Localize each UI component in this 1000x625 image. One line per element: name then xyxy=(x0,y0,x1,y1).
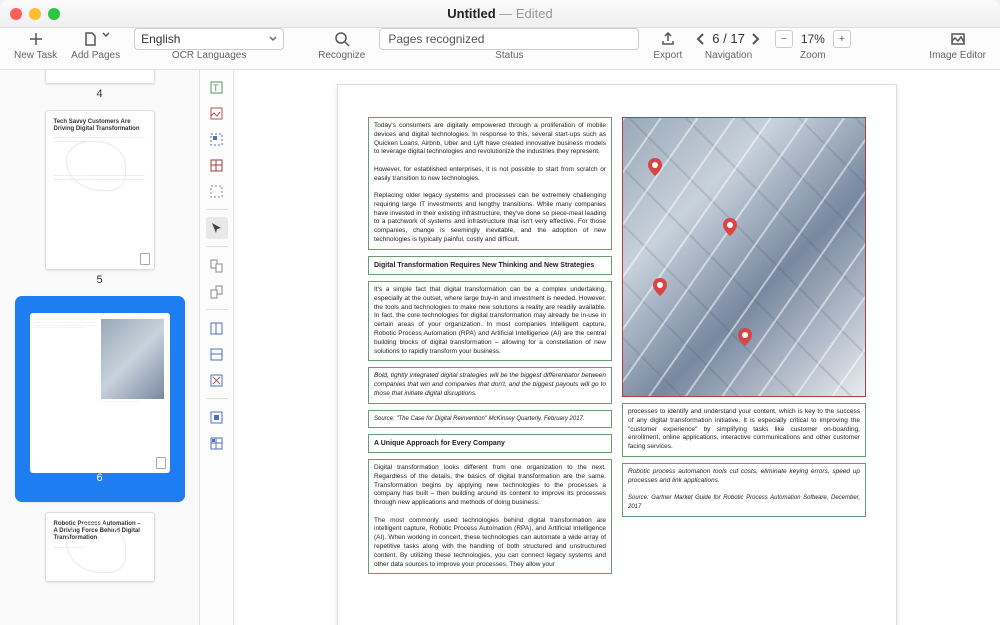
table-merge[interactable] xyxy=(206,406,228,428)
navigation-label: Navigation xyxy=(705,50,752,61)
next-page-button[interactable] xyxy=(751,32,761,46)
text-area-tool[interactable]: T xyxy=(206,76,228,98)
titlebar: Untitled — Edited xyxy=(0,0,1000,28)
language-value: English xyxy=(141,32,180,46)
text-zone[interactable]: Digital transformation looks different f… xyxy=(368,459,612,574)
add-pages-label: Add Pages xyxy=(71,50,120,61)
bg-picture-area-tool[interactable] xyxy=(206,128,228,150)
text-zone[interactable]: Today's consumers are digitally empowere… xyxy=(368,117,612,250)
image-icon xyxy=(950,31,966,47)
add-pages-button[interactable]: Add Pages xyxy=(65,28,126,70)
para6: The most commonly used technologies behi… xyxy=(374,517,606,568)
status-value: Pages recognized xyxy=(388,32,484,46)
pointer-tool[interactable] xyxy=(206,217,228,239)
heading-zone[interactable]: Digital Transformation Requires New Thin… xyxy=(368,256,612,275)
new-task-button[interactable]: New Task xyxy=(8,28,63,70)
image-editor-label: Image Editor xyxy=(929,50,986,61)
quote-zone[interactable]: Bold, tightly integrated digital strateg… xyxy=(368,367,612,403)
quote2: Robotic process automation tools cut cos… xyxy=(628,468,860,484)
thumb-num-4: 4 xyxy=(96,88,102,100)
para2: However, for established enterprises, it… xyxy=(374,166,606,182)
magnify-icon xyxy=(334,31,350,47)
order-tool-1[interactable] xyxy=(206,254,228,276)
status-group: Pages recognized Status xyxy=(373,28,645,70)
zoom-out-button[interactable]: − xyxy=(775,30,793,48)
text-zone[interactable]: processes to identify and understand you… xyxy=(622,403,866,457)
navigation-group: 6 / 17 Navigation xyxy=(690,28,767,70)
page-6: Today's consumers are digitally empowere… xyxy=(337,84,897,625)
thumb-num-5: 5 xyxy=(96,274,102,286)
para3: Replacing older legacy systems and proce… xyxy=(374,192,606,243)
chevron-down-icon xyxy=(269,35,277,43)
para5: Digital transformation looks different f… xyxy=(374,464,606,506)
zoom-group: − 17% + Zoom xyxy=(769,28,857,70)
heading-zone[interactable]: A Unique Approach for Every Company xyxy=(368,434,612,453)
export-label: Export xyxy=(653,50,682,61)
image-editor-button[interactable]: Image Editor xyxy=(923,28,992,70)
doc-title: Untitled xyxy=(447,6,495,21)
picture-area-tool[interactable] xyxy=(206,102,228,124)
document-viewport[interactable]: Today's consumers are digitally empowere… xyxy=(234,70,1000,625)
thumb-4[interactable]: 4 xyxy=(6,70,193,100)
chevron-down-icon xyxy=(102,31,110,47)
recognize-button[interactable]: Recognize xyxy=(312,28,371,70)
language-select[interactable]: English xyxy=(134,28,284,50)
thumb-6-selected[interactable]: — — — — — — — — — — — — — — — — — — — — … xyxy=(6,296,193,502)
thumb-7[interactable]: Robotic Process Automation – A Driving F… xyxy=(6,512,193,582)
quote-zone[interactable]: Robotic process automation tools cut cos… xyxy=(622,463,866,517)
minimize-window-button[interactable] xyxy=(29,8,41,20)
ocr-languages-group: English OCR Languages xyxy=(128,28,290,70)
zoom-in-button[interactable]: + xyxy=(833,30,851,48)
edited-indicator: — Edited xyxy=(499,6,552,21)
picture-zone[interactable] xyxy=(622,117,866,397)
table-area-tool[interactable] xyxy=(206,154,228,176)
new-task-label: New Task xyxy=(14,50,57,61)
status-label: Status xyxy=(495,50,523,61)
source-zone[interactable]: Source: "The Case for Digital Reinventio… xyxy=(368,410,612,428)
zoom-value: 17% xyxy=(797,32,829,46)
main-area: 4 Tech Savvy Customers Are Driving Digit… xyxy=(0,70,1000,625)
export-icon xyxy=(660,31,676,47)
table-add-vsplit[interactable] xyxy=(206,317,228,339)
right-column: processes to identify and understand you… xyxy=(622,117,866,580)
para1: Today's consumers are digitally empowere… xyxy=(374,122,606,155)
close-window-button[interactable] xyxy=(10,8,22,20)
nav-text: 6 / 17 xyxy=(712,31,745,46)
thumb-num-6: 6 xyxy=(30,471,170,485)
window-controls xyxy=(10,8,60,20)
table-del-split[interactable] xyxy=(206,369,228,391)
order-tool-2[interactable] xyxy=(206,280,228,302)
text-zone[interactable]: It's a simple fact that digital transfor… xyxy=(368,281,612,361)
thumb-5-title: Tech Savvy Customers Are Driving Digital… xyxy=(54,119,146,133)
prev-page-button[interactable] xyxy=(696,32,706,46)
svg-text:T: T xyxy=(213,83,219,93)
window-title: Untitled — Edited xyxy=(447,6,553,21)
area-tools-rail: T xyxy=(200,70,234,625)
page-icon xyxy=(82,31,98,47)
left-column: Today's consumers are digitally empowere… xyxy=(368,117,612,580)
thumbnails-sidebar[interactable]: 4 Tech Savvy Customers Are Driving Digit… xyxy=(0,70,200,625)
ocr-languages-label: OCR Languages xyxy=(172,50,247,61)
table-add-hsplit[interactable] xyxy=(206,343,228,365)
recognition-area-tool[interactable] xyxy=(206,180,228,202)
thumb-5[interactable]: Tech Savvy Customers Are Driving Digital… xyxy=(6,110,193,286)
zoom-label: Zoom xyxy=(800,50,826,61)
src2: Source: Gartner Market Guide for Robotic… xyxy=(628,495,860,510)
toolbar: New Task Add Pages English OCR Languages… xyxy=(0,28,1000,70)
maximize-window-button[interactable] xyxy=(48,8,60,20)
recognize-label: Recognize xyxy=(318,50,365,61)
export-button[interactable]: Export xyxy=(647,28,688,70)
table-split[interactable] xyxy=(206,432,228,454)
status-field: Pages recognized xyxy=(379,28,639,50)
plus-icon xyxy=(28,31,44,47)
